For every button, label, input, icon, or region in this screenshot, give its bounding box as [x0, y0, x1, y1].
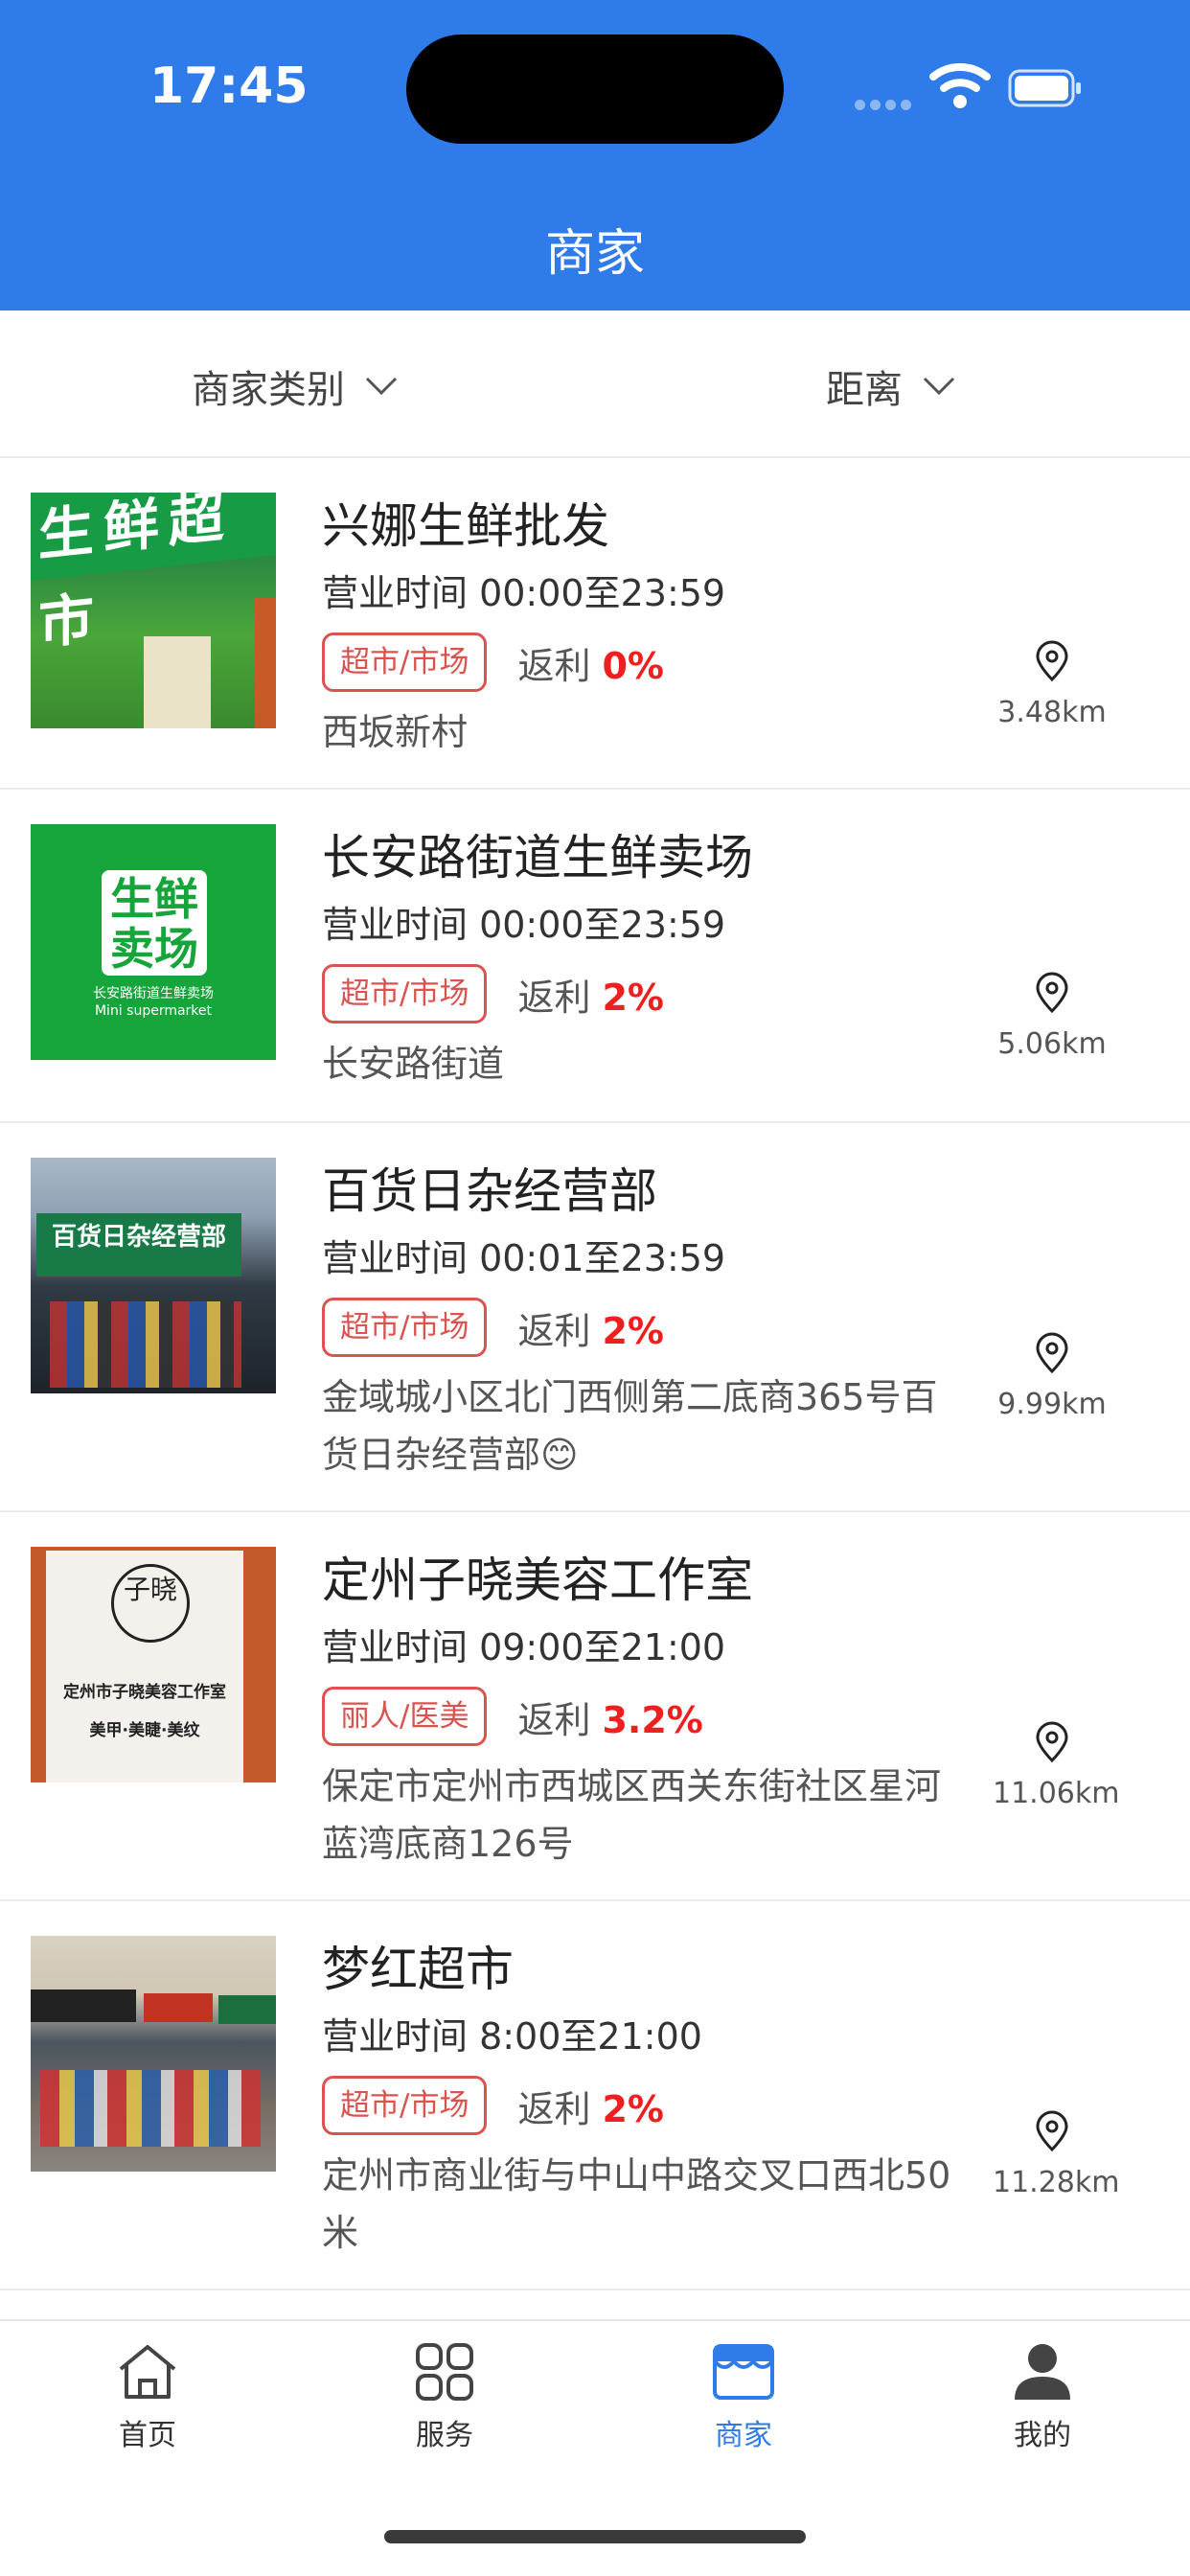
rebate-label: 返利 — [517, 1698, 591, 1741]
merchant-thumbnail — [31, 1936, 276, 2172]
rebate-value: 2% — [602, 2087, 664, 2130]
store-logo-subtext: Mini supermarket — [94, 1003, 213, 1019]
merchant-address: 西坂新村 — [322, 711, 469, 753]
merchant-name: 百货日杂经营部 — [322, 1163, 657, 1219]
category-tag: 超市/市场 — [322, 2076, 488, 2135]
rebate: 返利 2% — [517, 2080, 664, 2132]
rebate-label: 返利 — [517, 644, 591, 687]
store-logo-subtext: 长安路街道生鲜卖场 — [93, 986, 214, 1001]
merchant-card[interactable]: 百货日杂经营部 百货日杂经营部 营业时间 00:01至23:59 超市/市场 返… — [0, 1123, 1190, 1512]
merchant-thumbnail: 子晓 定州市子晓美容工作室 美甲·美睫·美纹 — [31, 1547, 276, 1782]
merchant-name: 长安路街道生鲜卖场 — [322, 830, 753, 886]
distance-text: 11.28km — [993, 2166, 1120, 2199]
merchant-card[interactable]: 生鲜超市 兴娜生鲜批发 营业时间 00:00至23:59 超市/市场 返利 0% … — [0, 458, 1190, 790]
distance-text: 9.99km — [997, 1388, 1107, 1421]
rebate-label: 返利 — [517, 976, 591, 1019]
filter-bar: 商家类别 距离 — [0, 310, 1190, 458]
merchant-name: 兴娜生鲜批发 — [322, 498, 609, 554]
merchant-name: 定州子晓美容工作室 — [322, 1552, 753, 1608]
distance-info: 11.28km — [993, 2110, 1120, 2199]
page-title: 商家 — [544, 225, 645, 283]
rebate-value: 0% — [602, 644, 664, 687]
merchant-hours: 营业时间 09:00至21:00 — [322, 1626, 726, 1668]
battery-icon — [1008, 69, 1081, 107]
chevron-down-icon — [365, 377, 398, 396]
distance-text: 5.06km — [997, 1027, 1107, 1061]
distance-info: 3.48km — [993, 640, 1111, 729]
tab-label: 商家 — [715, 2419, 772, 2452]
store-sign-text: 定州市子晓美容工作室 — [63, 1683, 226, 1702]
distance-info: 9.99km — [993, 1332, 1111, 1421]
rebate-value: 2% — [602, 1309, 664, 1352]
merchant-name: 梦红超市 — [322, 1942, 514, 1997]
cellular-signal-icon — [855, 96, 916, 114]
category-tag: 超市/市场 — [322, 1298, 488, 1357]
merchant-address: 定州市商业街与中山中路交叉口西北50米 — [322, 2154, 951, 2254]
user-icon — [1015, 2344, 1070, 2400]
tab-label: 服务 — [416, 2419, 473, 2452]
merchant-card[interactable]: 梦红超市 营业时间 8:00至21:00 超市/市场 返利 2% 定州市商业街与中… — [0, 1901, 1190, 2290]
location-pin-icon — [1036, 1332, 1068, 1374]
home-icon — [119, 2345, 176, 2399]
distance-text: 3.48km — [997, 696, 1107, 729]
store-sign-text: 生鲜超市 — [31, 493, 276, 656]
rebate: 返利 3.2% — [517, 1690, 702, 1743]
location-pin-icon — [1036, 640, 1068, 682]
tab-home[interactable]: 首页 — [71, 2342, 224, 2453]
store-sign-text: 百货日杂经营部 — [36, 1213, 241, 1276]
merchant-hours: 营业时间 00:00至23:59 — [322, 572, 726, 614]
merchant-hours: 营业时间 00:01至23:59 — [322, 1237, 726, 1279]
category-tag: 超市/市场 — [322, 632, 488, 692]
rebate: 返利 2% — [517, 1301, 664, 1354]
merchant-address: 金域城小区北门西侧第二底商365号百货日杂经营部😊 — [322, 1376, 938, 1476]
header-bar: 17:45 商家 — [0, 0, 1190, 310]
rebate-value: 3.2% — [602, 1698, 703, 1741]
wifi-icon — [929, 63, 991, 108]
distance-info: 11.06km — [993, 1721, 1120, 1810]
store-sign-subtext: 美甲·美睫·美纹 — [89, 1721, 200, 1740]
merchant-hours: 营业时间 8:00至21:00 — [322, 2015, 702, 2058]
merchant-thumbnail: 百货日杂经营部 — [31, 1158, 276, 1393]
tab-services[interactable]: 服务 — [368, 2342, 521, 2453]
store-logo-text: 生鲜 — [110, 873, 198, 925]
chevron-down-icon — [923, 377, 955, 396]
merchant-thumbnail: 生鲜超市 — [31, 493, 276, 728]
distance-info: 5.06km — [993, 972, 1111, 1061]
grid-icon — [416, 2343, 473, 2401]
merchant-card[interactable]: 子晓 定州市子晓美容工作室 美甲·美睫·美纹 定州子晓美容工作室 营业时间 09:… — [0, 1512, 1190, 1901]
tab-merchants[interactable]: 商家 — [667, 2342, 820, 2453]
category-filter-dropdown[interactable]: 商家类别 — [192, 358, 399, 414]
tab-label: 首页 — [119, 2419, 176, 2452]
merchant-thumbnail: 生鲜 卖场 长安路街道生鲜卖场 Mini supermarket — [31, 824, 276, 1060]
rebate-label: 返利 — [517, 2087, 591, 2130]
home-indicator[interactable] — [384, 2530, 806, 2543]
distance-filter-dropdown[interactable]: 距离 — [826, 358, 956, 414]
tab-profile[interactable]: 我的 — [966, 2342, 1119, 2453]
merchant-address: 保定市定州市西城区西关东街社区星河蓝湾底商126号 — [322, 1765, 942, 1865]
rebate-label: 返利 — [517, 1309, 591, 1352]
dynamic-island — [406, 34, 784, 144]
merchant-address: 长安路街道 — [322, 1043, 505, 1085]
category-tag: 超市/市场 — [322, 964, 488, 1024]
rebate-value: 2% — [602, 976, 664, 1019]
rebate: 返利 2% — [517, 968, 664, 1021]
store-icon — [713, 2344, 774, 2400]
location-pin-icon — [1036, 2110, 1068, 2152]
store-logo-text: 卖场 — [110, 923, 198, 975]
category-tag: 丽人/医美 — [322, 1687, 488, 1746]
tab-label: 我的 — [1014, 2419, 1071, 2452]
store-logo-text: 子晓 — [111, 1564, 190, 1643]
rebate: 返利 0% — [517, 636, 664, 689]
merchant-list: 生鲜超市 兴娜生鲜批发 营业时间 00:00至23:59 超市/市场 返利 0% … — [0, 458, 1190, 2290]
status-time: 17:45 — [149, 58, 309, 115]
merchant-card[interactable]: 生鲜 卖场 长安路街道生鲜卖场 Mini supermarket 长安路街道生鲜卖场… — [0, 790, 1190, 1123]
location-pin-icon — [1036, 972, 1068, 1014]
category-filter-label: 商家类别 — [192, 368, 345, 412]
distance-filter-label: 距离 — [826, 368, 903, 412]
location-pin-icon — [1036, 1721, 1068, 1763]
distance-text: 11.06km — [993, 1777, 1120, 1810]
merchant-hours: 营业时间 00:00至23:59 — [322, 904, 726, 946]
